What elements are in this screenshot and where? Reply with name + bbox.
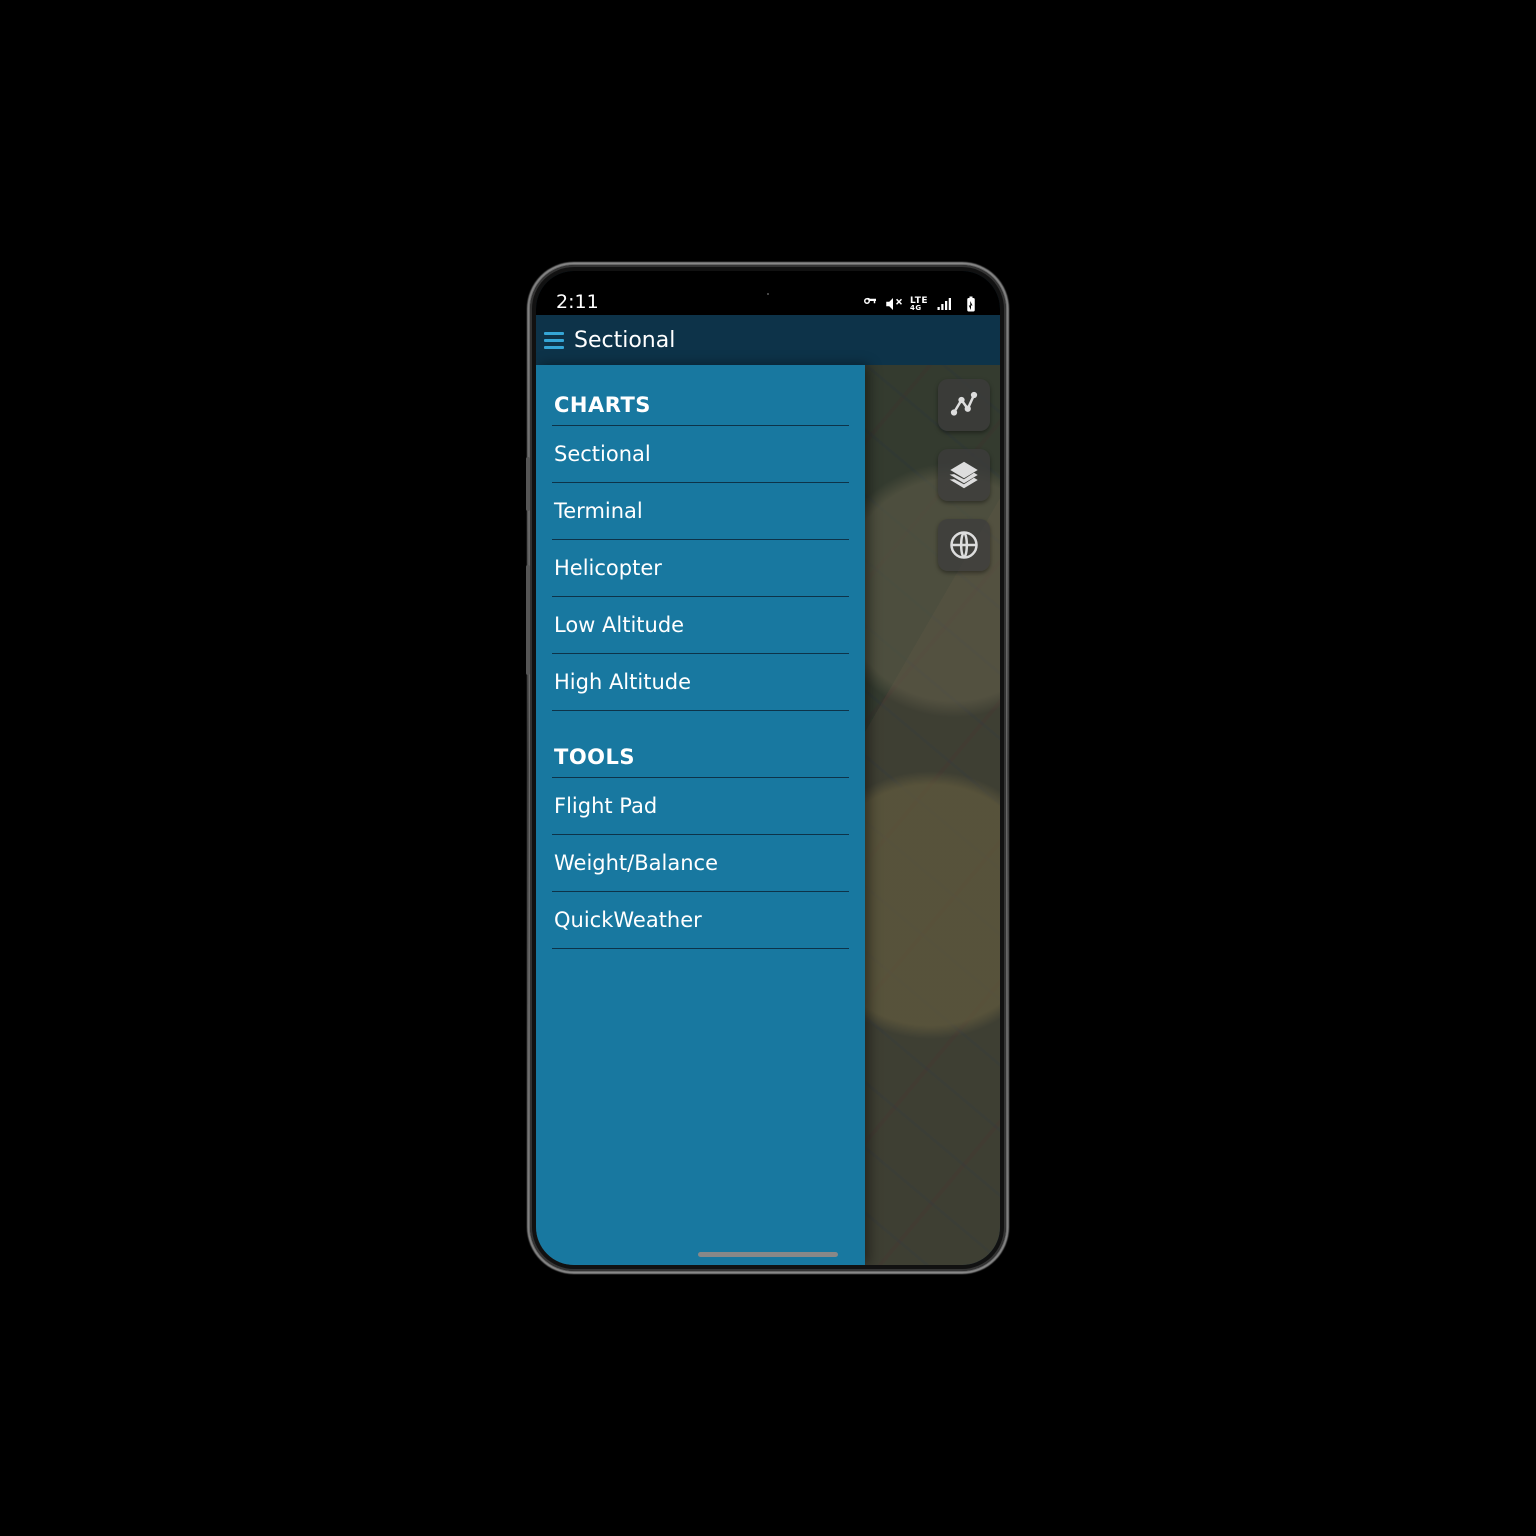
status-time: 2:11 — [556, 291, 599, 313]
signal-icon — [936, 295, 954, 313]
drawer-item-high-altitude[interactable]: High Altitude — [554, 654, 847, 710]
vpn-key-icon — [858, 295, 876, 313]
gesture-nav-pill[interactable] — [698, 1252, 838, 1257]
tools-header: TOOLS — [554, 745, 847, 769]
phone-frame: 2:11 LTE4G Sectional — [530, 265, 1006, 1271]
drawer-item-sectional[interactable]: Sectional — [554, 426, 847, 482]
mute-icon — [884, 295, 902, 313]
navigation-drawer: CHARTS Sectional Terminal Helicopter Low… — [536, 365, 865, 1265]
globe-button[interactable] — [938, 519, 990, 571]
route-icon — [949, 390, 979, 420]
volume-button-bottom — [526, 565, 530, 675]
drawer-item-quickweather[interactable]: QuickWeather — [554, 892, 847, 948]
globe-icon — [949, 530, 979, 560]
page-title: Sectional — [574, 328, 675, 353]
app-title-bar: Sectional — [536, 315, 1000, 365]
lte-icon: LTE4G — [910, 297, 928, 311]
front-camera — [757, 283, 779, 305]
status-icons: LTE4G — [858, 295, 980, 313]
layers-icon — [949, 460, 979, 490]
drawer-item-terminal[interactable]: Terminal — [554, 483, 847, 539]
volume-button-top — [526, 457, 530, 511]
route-button[interactable] — [938, 379, 990, 431]
layers-button[interactable] — [938, 449, 990, 501]
drawer-item-helicopter[interactable]: Helicopter — [554, 540, 847, 596]
battery-icon — [962, 295, 980, 313]
drawer-item-weight-balance[interactable]: Weight/Balance — [554, 835, 847, 891]
map-controls — [938, 379, 990, 571]
drawer-item-low-altitude[interactable]: Low Altitude — [554, 597, 847, 653]
charts-header: CHARTS — [554, 393, 847, 417]
drawer-item-flight-pad[interactable]: Flight Pad — [554, 778, 847, 834]
hamburger-menu-icon[interactable] — [544, 332, 564, 349]
